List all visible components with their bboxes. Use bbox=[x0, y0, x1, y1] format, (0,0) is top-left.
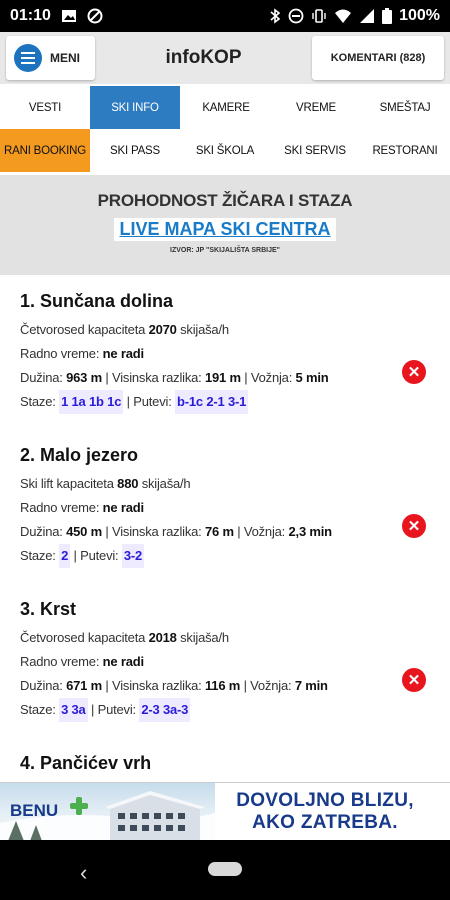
lift-item: 1. Sunčana dolina Četvorosed kapaciteta … bbox=[20, 291, 426, 414]
lift-name: 1. Sunčana dolina bbox=[20, 291, 174, 311]
bluetooth-icon bbox=[269, 8, 281, 24]
lift-hours: Radno vreme: ne radi bbox=[20, 346, 144, 361]
lift-name: 3. Krst bbox=[20, 599, 77, 619]
tab-row-secondary: RANI BOOKING SKI PASS SKI ŠKOLA SKI SERV… bbox=[0, 129, 450, 172]
section-header: PROHODNOST ŽIČARA I STAZA LIVE MAPA SKI … bbox=[0, 175, 450, 275]
do-not-disturb-icon bbox=[288, 8, 304, 24]
ad-brand: BENU bbox=[10, 801, 59, 820]
menu-label: MENI bbox=[50, 51, 80, 65]
lift-stats: Dužina: 671 m | Visinska razlika: 116 m … bbox=[20, 678, 328, 693]
tab-restorani[interactable]: RESTORANI bbox=[360, 129, 450, 172]
lift-slopes: Staze: 3 3a | Putevi: 2-3 3a-3 bbox=[20, 698, 420, 722]
lift-slopes: Staze: 2 | Putevi: 3-2 bbox=[20, 544, 420, 568]
tab-ski-pass[interactable]: SKI PASS bbox=[90, 129, 180, 172]
app-title: infoKOP bbox=[165, 47, 242, 68]
ad-slogan: DOVOLJNO BLIZU, AKO ZATREBA. bbox=[236, 790, 414, 833]
paths-link[interactable]: 2-3 3a-3 bbox=[139, 698, 191, 722]
battery-icon bbox=[382, 8, 393, 24]
lift-capacity: Ski lift kapaciteta 880 skijaša/h bbox=[20, 476, 191, 491]
lift-hours: Radno vreme: ne radi bbox=[20, 500, 144, 515]
lift-item: 2. Malo jezero Ski lift kapaciteta 880 s… bbox=[20, 445, 426, 568]
vibrate-icon bbox=[311, 8, 327, 24]
tab-ski-skola[interactable]: SKI ŠKOLA bbox=[180, 129, 270, 172]
lift-name: 2. Malo jezero bbox=[20, 445, 139, 465]
comments-button[interactable]: KOMENTARI (828) bbox=[312, 36, 444, 80]
lift-item: 4. Pančićev vrh bbox=[20, 753, 420, 780]
ad-banner[interactable]: BENU DOVOLJNO BLIZU, AKO ZATREBA. bbox=[0, 782, 450, 840]
tab-rani-booking[interactable]: RANI BOOKING bbox=[0, 129, 90, 172]
slopes-link[interactable]: 3 3a bbox=[59, 698, 88, 722]
image-icon bbox=[61, 8, 77, 24]
lift-hours: Radno vreme: ne radi bbox=[20, 654, 144, 669]
lift-slopes: Staze: 1 1a 1b 1c | Putevi: b-1c 2-1 3-1 bbox=[20, 390, 420, 414]
lift-item: 3. Krst Četvorosed kapaciteta 2018 skija… bbox=[20, 599, 426, 722]
tab-smestaj[interactable]: SMEŠTAJ bbox=[360, 86, 450, 129]
lift-stats: Dužina: 450 m | Visinska razlika: 76 m |… bbox=[20, 524, 332, 539]
slopes-link[interactable]: 1 1a 1b 1c bbox=[59, 390, 124, 414]
paths-link[interactable]: 3-2 bbox=[121, 544, 145, 568]
tab-vesti[interactable]: VESTI bbox=[0, 86, 90, 129]
signal-icon bbox=[359, 8, 375, 24]
wifi-icon bbox=[334, 8, 352, 24]
tab-row-primary: VESTI SKI INFO KAMERE VREME SMEŠTAJ bbox=[0, 86, 450, 129]
live-map-link[interactable]: LIVE MAPA SKI CENTRA bbox=[114, 218, 336, 241]
slopes-link[interactable]: 2 bbox=[59, 544, 71, 568]
hamburger-icon bbox=[14, 44, 42, 72]
closed-status-icon: ✕ bbox=[402, 668, 426, 692]
lift-name: 4. Pančićev vrh bbox=[20, 753, 152, 773]
tab-vreme[interactable]: VREME bbox=[272, 86, 360, 129]
tab-ski-servis[interactable]: SKI SERVIS bbox=[270, 129, 360, 172]
menu-button[interactable]: MENI bbox=[6, 36, 95, 80]
clock: 01:10 bbox=[10, 7, 51, 24]
closed-status-icon: ✕ bbox=[402, 360, 426, 384]
lift-list[interactable]: 1. Sunčana dolina Četvorosed kapaciteta … bbox=[0, 275, 450, 782]
home-pill[interactable] bbox=[208, 862, 242, 876]
status-bar: 01:10 100% bbox=[0, 0, 450, 32]
paths-link[interactable]: b-1c 2-1 3-1 bbox=[175, 390, 249, 414]
tab-ski-info[interactable]: SKI INFO bbox=[90, 86, 180, 129]
tab-kamere[interactable]: KAMERE bbox=[180, 86, 272, 129]
lift-stats: Dužina: 963 m | Visinska razlika: 191 m … bbox=[20, 370, 329, 385]
closed-status-icon: ✕ bbox=[402, 514, 426, 538]
pharmacy-cross-icon bbox=[70, 797, 88, 815]
page-title: PROHODNOST ŽIČARA I STAZA bbox=[97, 191, 353, 210]
lift-capacity: Četvorosed kapaciteta 2070 skijaša/h bbox=[20, 322, 229, 337]
system-nav-bar: ‹ bbox=[0, 840, 450, 900]
app-bar: MENI infoKOP KOMENTARI (828) bbox=[0, 32, 450, 84]
battery-percent: 100% bbox=[399, 7, 440, 24]
lift-capacity: Četvorosed kapaciteta 2018 skijaša/h bbox=[20, 630, 229, 645]
data-saver-icon bbox=[87, 8, 103, 24]
back-icon[interactable]: ‹ bbox=[80, 860, 87, 886]
source-note: IZVOR: JP "SKIJALIŠTA SRBIJE" bbox=[170, 247, 280, 254]
